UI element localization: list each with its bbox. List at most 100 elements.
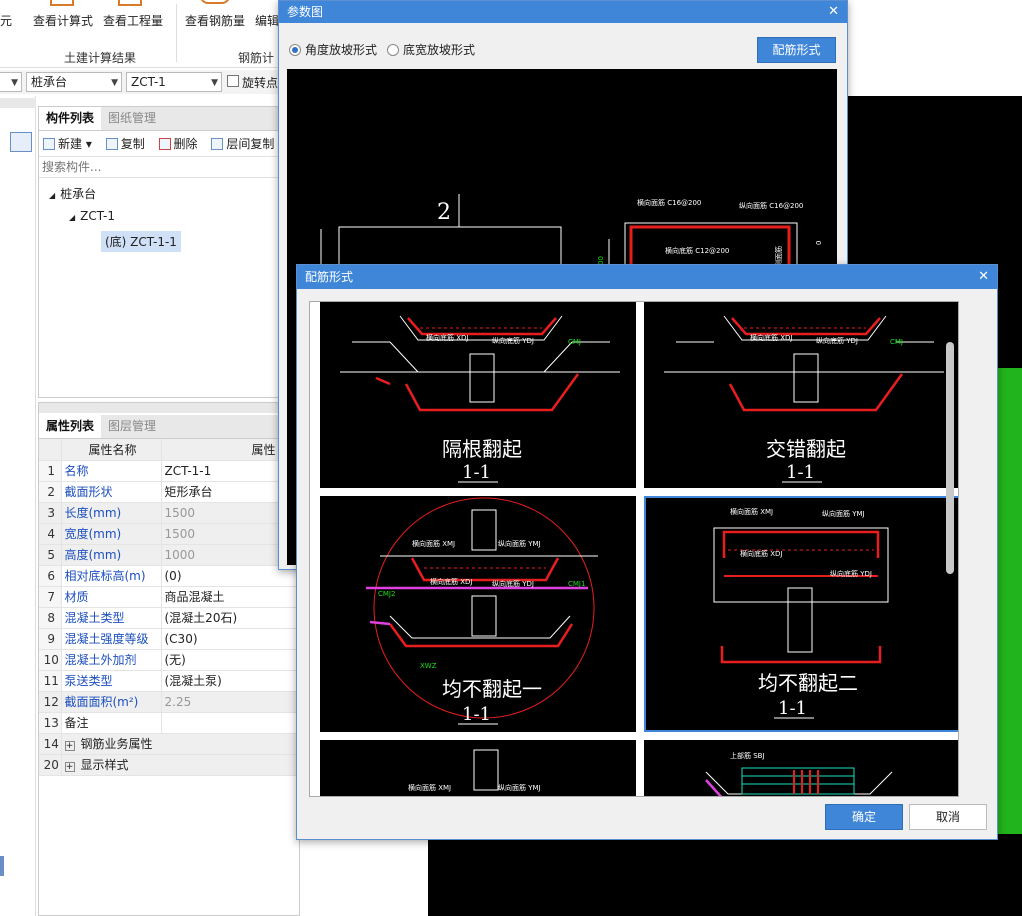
param-label-side-zero: 0 xyxy=(815,241,823,245)
property-row[interactable]: 5 高度(mm) 1000 xyxy=(39,544,299,566)
component-search-input[interactable] xyxy=(39,157,299,178)
property-value[interactable]: 商品混凝土 xyxy=(161,586,299,608)
label-ydj: 纵向底筋 YDJ xyxy=(492,579,534,588)
component-name-combo[interactable]: ZCT-1 ▼ xyxy=(126,72,222,92)
header-num xyxy=(39,439,62,461)
radio-angle-option[interactable]: 角度放坡形式 xyxy=(289,41,377,58)
new-button[interactable]: 新建 ▾ xyxy=(43,135,92,152)
drawing-canvas-bottom[interactable] xyxy=(428,840,1022,916)
close-icon[interactable]: ✕ xyxy=(828,1,839,23)
property-rows: 1 名称 ZCT-1-1 2 截面形状 矩形承台 3 长度(mm) 1500 4 宽度(mm) 150… xyxy=(39,460,299,776)
property-row[interactable]: 7 材质 商品混凝土 xyxy=(39,586,299,608)
edit-rebar-button[interactable]: 编辑 xyxy=(255,12,279,29)
property-name: 混凝土外加剂 xyxy=(61,649,162,671)
property-row[interactable]: 11 泵送类型 (混凝土泵) xyxy=(39,670,299,692)
tab-layer-management[interactable]: 图层管理 xyxy=(101,415,163,438)
view-quantity-button[interactable]: 查看工程量 xyxy=(103,12,163,29)
property-value[interactable] xyxy=(161,712,299,734)
property-name: 截面面积(m²) xyxy=(61,691,162,713)
property-row[interactable]: 10 混凝土外加剂 (无) xyxy=(39,649,299,671)
calc-formula-icon xyxy=(50,0,74,6)
property-row[interactable]: 3 长度(mm) 1500 xyxy=(39,502,299,524)
property-name: 宽度(mm) xyxy=(61,523,162,545)
ok-button[interactable]: 确定 xyxy=(825,804,903,830)
component-type-value: 桩承台 xyxy=(31,75,68,89)
rebar-form-button[interactable]: 配筋形式 xyxy=(757,37,836,63)
floor-combo[interactable]: ▼ xyxy=(0,72,22,92)
tree-item-zct1-1[interactable]: (底) ZCT-1-1 xyxy=(101,231,181,252)
row-number: 1 xyxy=(39,460,62,482)
tab-component-list[interactable]: 构件列表 xyxy=(39,107,102,130)
left-strip-header xyxy=(0,98,36,108)
tab-drawing-management[interactable]: 图纸管理 xyxy=(101,107,163,130)
expand-icon[interactable]: + xyxy=(64,741,75,751)
rebar-dialog-titlebar: 配筋形式 ✕ xyxy=(297,265,997,289)
view-rebar-button[interactable]: 查看钢筋量 xyxy=(185,12,245,29)
rebar-option-staggered-bend[interactable]: 横向底筋 XDJ 纵向底筋 YDJ CMJ 交错翻起 1-1 xyxy=(644,302,958,488)
component-name-value: ZCT-1 xyxy=(131,75,166,89)
property-row[interactable]: 20 + 显示样式 xyxy=(39,754,299,776)
rebar-glasses-icon xyxy=(200,0,230,4)
rotate-point-label: 旋转点 xyxy=(242,76,279,90)
component-toolbar: 新建 ▾ 复制 删除 层间复制 xyxy=(39,131,299,157)
label-cmj1: CMJ1 xyxy=(568,580,585,588)
floor-copy-icon xyxy=(211,138,224,150)
option-name: 交错翻起 xyxy=(766,437,846,461)
close-icon[interactable]: ✕ xyxy=(978,265,989,289)
ribbon: 元 查看计算式 查看工程量 查看钢筋量 编辑 土建计算结果 钢筋计 xyxy=(0,0,300,68)
label-ydj: 纵向底筋 YDJ xyxy=(830,569,872,578)
label-xdj: 横向底筋 XDJ xyxy=(426,333,468,342)
property-name: 名称 xyxy=(61,460,162,482)
property-value[interactable]: (无) xyxy=(161,649,299,671)
tree-expand-icon[interactable]: ◢ xyxy=(49,191,55,200)
property-row[interactable]: 9 混凝土强度等级 (C30) xyxy=(39,628,299,650)
floor-copy-button[interactable]: 层间复制 xyxy=(211,135,274,152)
rebar-option-alternate-bend[interactable]: 横向底筋 XDJ 纵向底筋 YDJ CMJ 隔根翻起 1-1 xyxy=(320,302,636,488)
property-name: 高度(mm) xyxy=(61,544,162,566)
row-number: 9 xyxy=(39,628,62,650)
rotate-point-checkbox[interactable] xyxy=(227,75,239,87)
expand-icon[interactable]: + xyxy=(64,762,75,772)
radio-selected-icon[interactable] xyxy=(289,44,301,56)
gallery-scrollbar-thumb[interactable] xyxy=(946,342,954,574)
property-value[interactable]: (混凝土20石) xyxy=(161,607,299,629)
tab-property-list[interactable]: 属性列表 xyxy=(39,415,102,438)
properties-icon[interactable] xyxy=(10,132,32,152)
property-name: 泵送类型 xyxy=(61,670,162,692)
property-row[interactable]: 13 备注 xyxy=(39,712,299,734)
param-dialog-title: 参数图 xyxy=(287,5,324,19)
delete-button[interactable]: 删除 xyxy=(158,135,198,152)
rebar-option-5[interactable]: 横向面筋 XMJ 纵向面筋 YMJ xyxy=(320,740,636,796)
tree-item-root[interactable]: ◢ 桩承台 xyxy=(49,185,96,202)
rebar-option-no-bend-two[interactable]: 横向面筋 XMJ 纵向面筋 YMJ 横向底筋 XDJ 纵向底筋 YDJ 均不翻起… xyxy=(644,496,958,732)
row-number: 2 xyxy=(39,481,62,503)
ribbon-cut-label[interactable]: 元 xyxy=(0,12,12,29)
property-row[interactable]: 2 截面形状 矩形承台 xyxy=(39,481,299,503)
rebar-option-6[interactable]: 上部筋 SBJ xyxy=(644,740,958,796)
cancel-button[interactable]: 取消 xyxy=(909,804,987,830)
canvas-green-element[interactable] xyxy=(998,368,1022,834)
rebar-option-no-bend-one[interactable]: 横向面筋 XMJ 纵向面筋 YMJ 横向底筋 XDJ 纵向底筋 YDJ CMJ2… xyxy=(320,496,636,732)
tree-expand-icon[interactable]: ◢ xyxy=(69,213,75,222)
property-header-row: 属性名称 属性 xyxy=(39,439,299,461)
component-type-combo[interactable]: 桩承台 ▼ xyxy=(26,72,122,92)
panel-splitter[interactable] xyxy=(39,403,299,413)
tree-item-zct1[interactable]: ◢ ZCT-1 xyxy=(69,209,115,223)
property-value[interactable]: (C30) xyxy=(161,628,299,650)
property-row[interactable]: 1 名称 ZCT-1-1 xyxy=(39,460,299,482)
view-formula-button[interactable]: 查看计算式 xyxy=(33,12,93,29)
property-value[interactable]: 2.25 xyxy=(161,691,299,713)
label-cmj2: CMJ2 xyxy=(378,590,395,598)
property-value[interactable]: (混凝土泵) xyxy=(161,670,299,692)
radio-icon[interactable] xyxy=(387,44,399,56)
property-row[interactable]: 14 + 钢筋业务属性 xyxy=(39,733,299,755)
component-list-panel: 构件列表图纸管理 新建 ▾ 复制 删除 层间复制 ◢桩承台 ◢ZCT-1 (底)… xyxy=(38,106,300,398)
header-property-name: 属性名称 xyxy=(61,439,162,461)
component-tabbar: 构件列表 图纸管理 xyxy=(39,107,299,131)
property-row[interactable]: 12 截面面积(m²) 2.25 xyxy=(39,691,299,713)
property-row[interactable]: 6 相对底标高(m) (0) xyxy=(39,565,299,587)
radio-width-option[interactable]: 底宽放坡形式 xyxy=(387,41,475,58)
property-row[interactable]: 4 宽度(mm) 1500 xyxy=(39,523,299,545)
copy-button[interactable]: 复制 xyxy=(105,135,145,152)
property-row[interactable]: 8 混凝土类型 (混凝土20石) xyxy=(39,607,299,629)
